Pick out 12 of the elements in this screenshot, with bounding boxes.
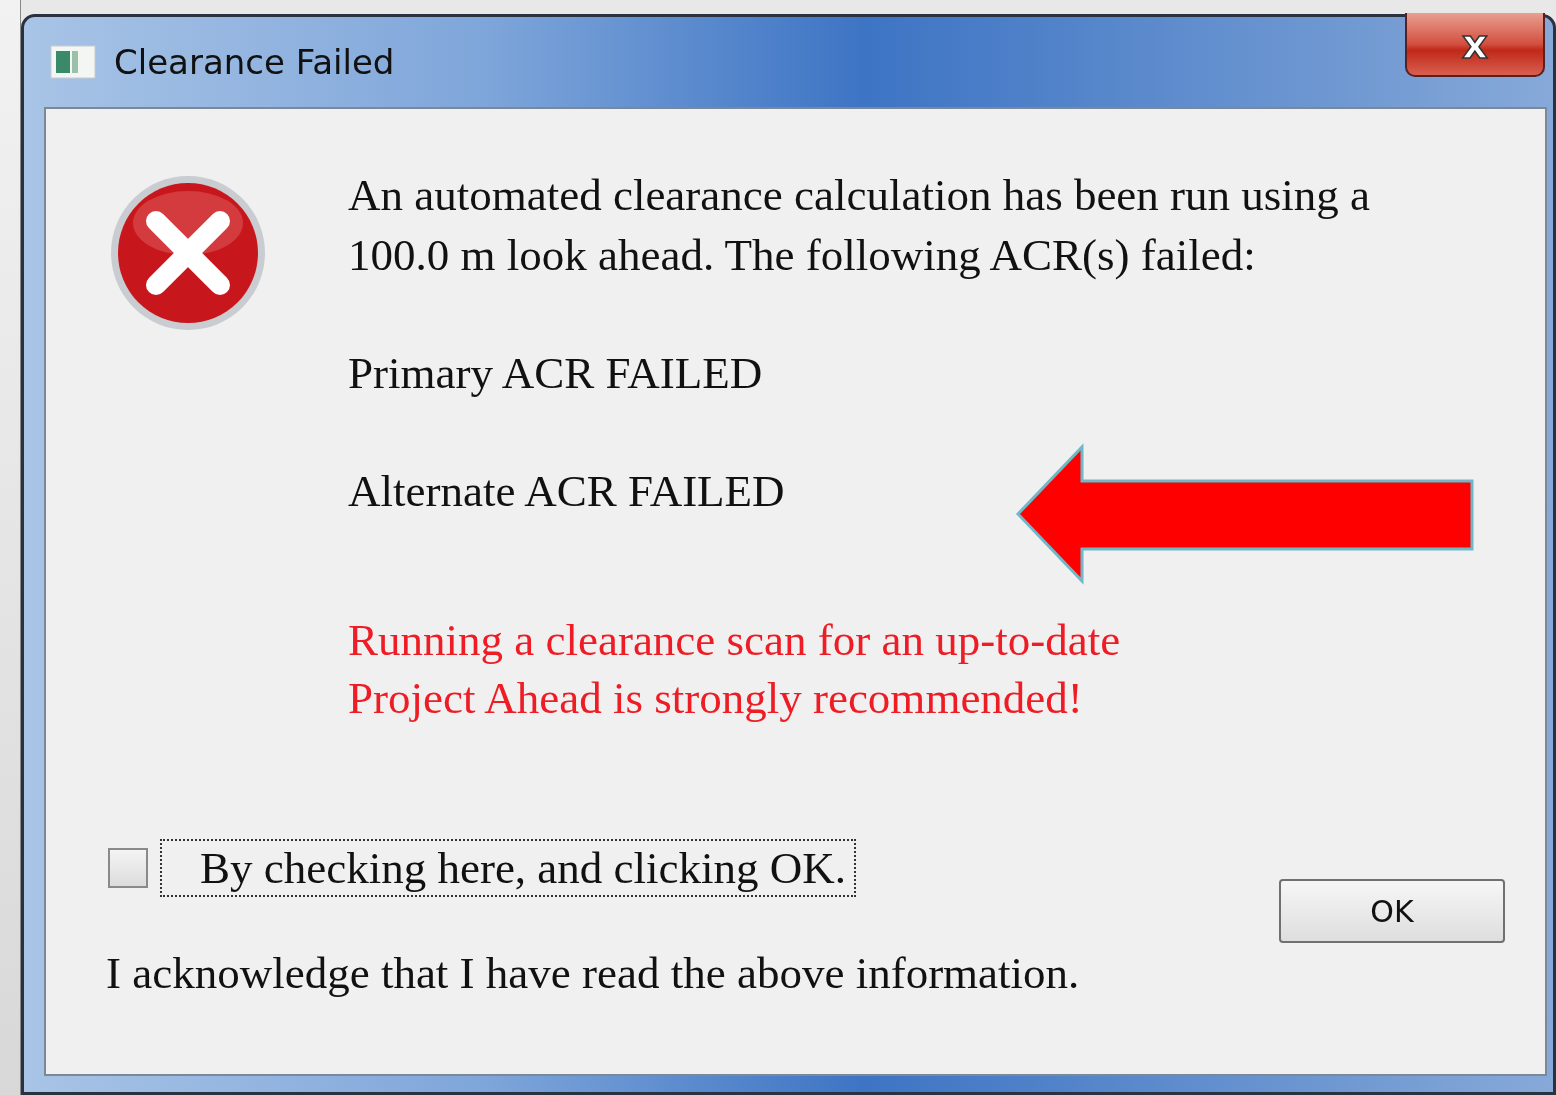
error-icon <box>108 173 268 333</box>
checkbox[interactable] <box>108 848 148 888</box>
ok-button[interactable]: OK <box>1279 879 1505 943</box>
failure-result: Primary ACR FAILED <box>348 347 764 400</box>
close-button[interactable]: x <box>1405 13 1545 77</box>
failure-result: Alternate ACR FAILED <box>348 465 786 518</box>
acknowledgement-text: I acknowledge that I have read the above information. <box>106 947 1080 1000</box>
window-icon <box>50 45 96 79</box>
error-message: An automated clearance calculation has been run using a 100.0 m look ahead. The following ACR(s) failed: <box>348 169 1372 282</box>
checkbox-label[interactable]: By checking here, and clicking OK. <box>160 839 857 897</box>
warning-message: Running a clearance scan for an up-to-date Project Ahead is strongly recommended! <box>348 614 1122 725</box>
window-title: Clearance Failed <box>114 42 395 82</box>
